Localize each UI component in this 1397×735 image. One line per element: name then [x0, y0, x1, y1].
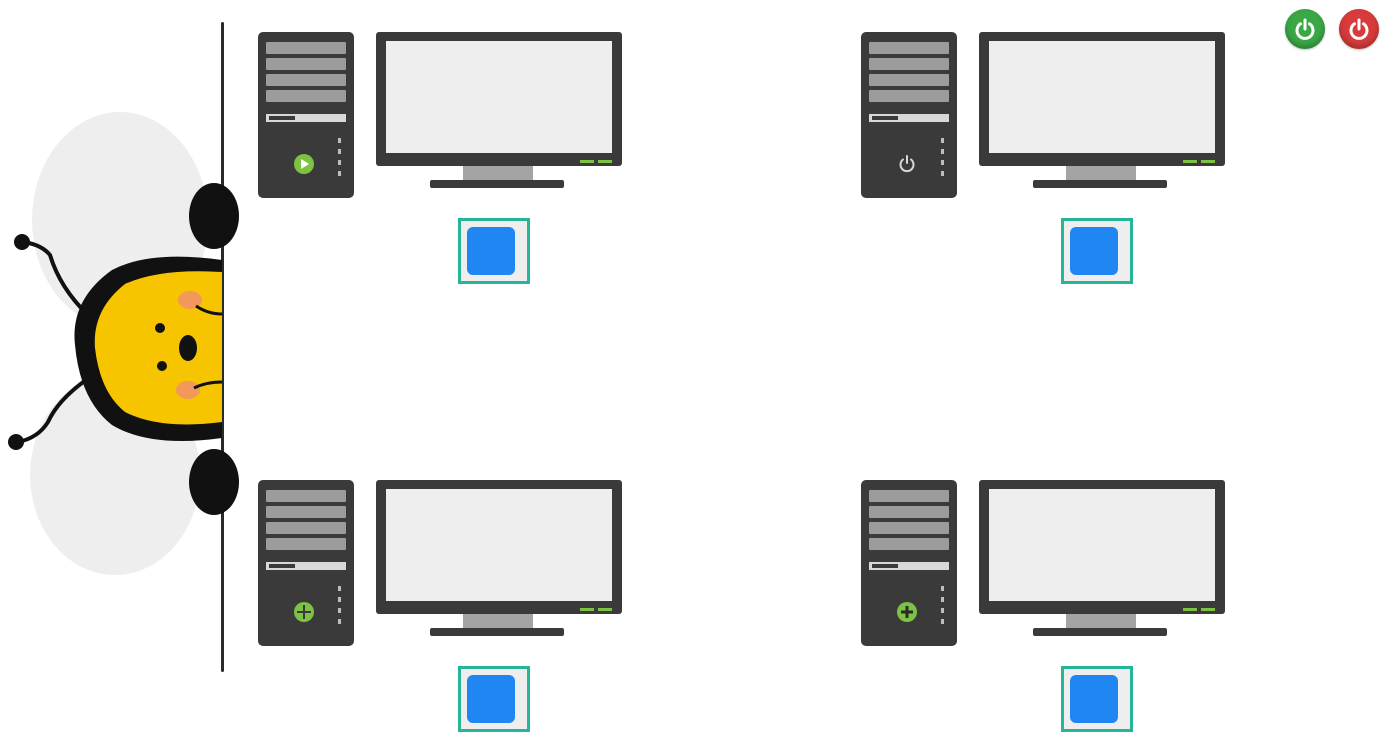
computer-monitor [376, 480, 622, 614]
select-box-top-right[interactable] [1061, 218, 1133, 284]
computer-monitor [979, 480, 1225, 614]
tower-crosshair-icon [292, 600, 316, 624]
power-on-button[interactable] [1285, 9, 1325, 49]
power-off-icon [1349, 18, 1369, 40]
bee-mascot [8, 112, 239, 575]
monitor-screen [989, 489, 1215, 601]
computer-tower [861, 32, 957, 198]
select-box-top-left[interactable] [458, 218, 530, 284]
power-off-button[interactable] [1339, 9, 1379, 49]
tower-plus-icon [895, 600, 919, 624]
monitor-screen [989, 41, 1215, 153]
computer-tower [258, 480, 354, 646]
select-box-bottom-right[interactable] [1061, 666, 1133, 732]
power-on-icon [1295, 18, 1315, 40]
computer-tower [861, 480, 957, 646]
computer-monitor [979, 32, 1225, 166]
monitor-screen [386, 489, 612, 601]
activity-canvas [0, 0, 1397, 735]
monitor-screen [386, 41, 612, 153]
computer-station-top-left [258, 32, 638, 312]
computer-monitor [376, 32, 622, 166]
computer-tower [258, 32, 354, 198]
computer-station-bottom-left [258, 480, 638, 735]
tower-play-icon [292, 152, 316, 176]
tower-power-icon [895, 152, 919, 176]
computer-station-top-right [861, 32, 1241, 312]
select-box-bottom-left[interactable] [458, 666, 530, 732]
computer-station-bottom-right [861, 480, 1241, 735]
